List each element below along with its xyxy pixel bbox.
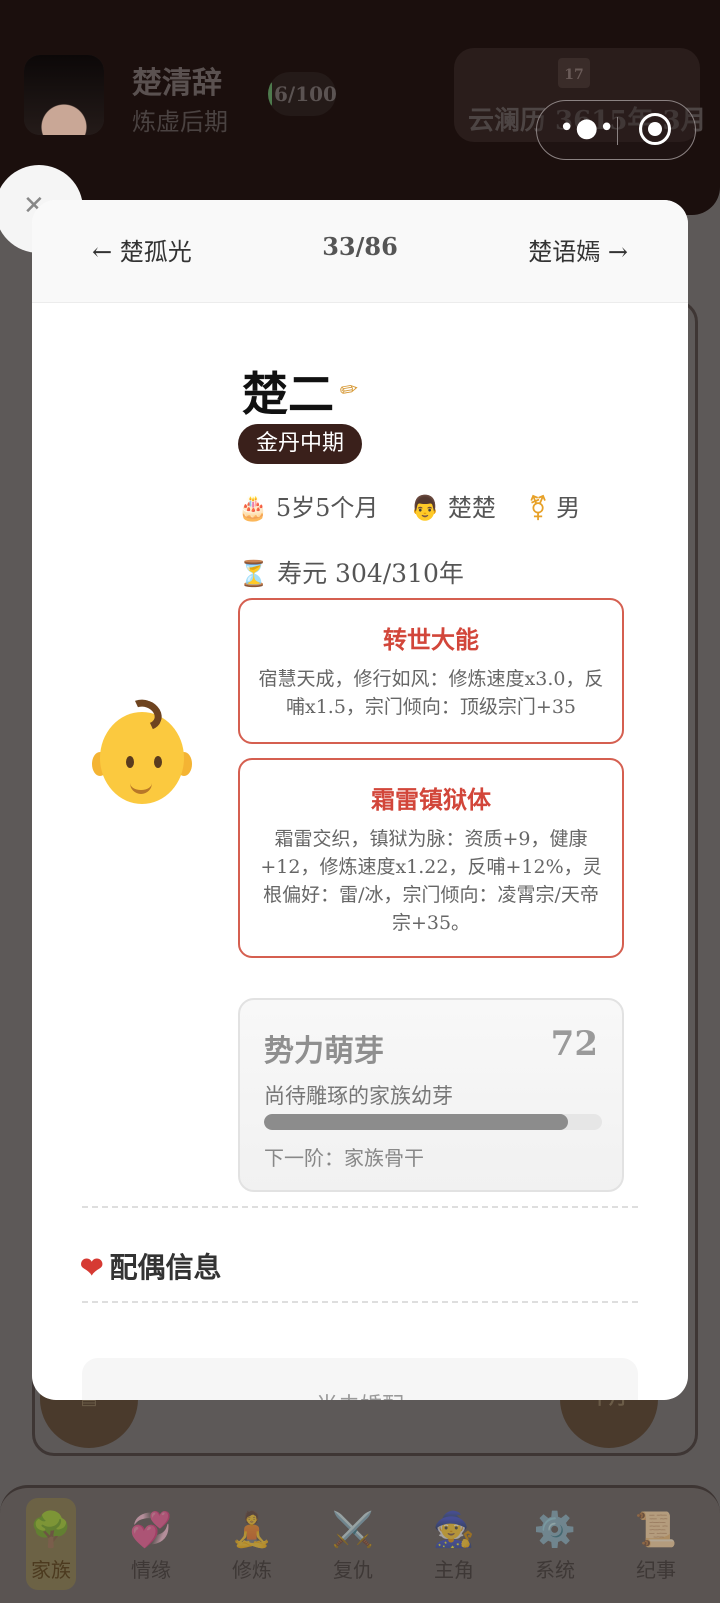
nav-item-crossed-swords[interactable]: ⚔️ 复仇 bbox=[323, 1510, 383, 1583]
power-score: 72 bbox=[550, 1024, 598, 1064]
nav-item-label: 纪事 bbox=[636, 1558, 676, 1582]
hourglass-icon: ⏳ bbox=[238, 559, 270, 588]
trait-card: 转世大能 宿慧天成，修行如风：修炼速度x3.0，反哺x1.5，宗门倾向：顶级宗门… bbox=[238, 598, 624, 744]
nav-item-label: 家族 bbox=[31, 1558, 71, 1582]
trait-title: 霜雷镇狱体 bbox=[371, 785, 491, 814]
trait-card: 霜雷镇狱体 霜雷交织，镇狱为脉：资质+9，健康+12，修炼速度x1.22，反哺+… bbox=[238, 758, 624, 958]
lifespan-value: 寿元 304/310年 bbox=[277, 559, 464, 588]
baby-face-icon bbox=[90, 694, 192, 810]
trait-title: 转世大能 bbox=[383, 625, 479, 654]
spouse-status: 尚未婚配 bbox=[82, 1388, 638, 1400]
nav-item-tree[interactable]: 🌳 家族 bbox=[21, 1510, 81, 1583]
age-info: 🎂 5岁5个月 bbox=[238, 488, 378, 523]
nav-item-label: 系统 bbox=[535, 1558, 575, 1582]
nav-item-meditation[interactable]: 🧘 修炼 bbox=[222, 1510, 282, 1583]
pencil-icon[interactable]: ✏ bbox=[338, 377, 360, 405]
power-title: 势力萌芽 bbox=[264, 1034, 384, 1069]
realm-badge: 金丹中期 bbox=[238, 424, 363, 464]
lifespan-info: ⏳ 寿元 304/310年 bbox=[238, 554, 464, 590]
man-icon: 👨 bbox=[410, 494, 440, 522]
nav-item-hearts[interactable]: 💞 情缘 bbox=[121, 1510, 181, 1583]
nav-item-label: 主角 bbox=[434, 1558, 474, 1582]
birthday-cake-icon: 🎂 bbox=[238, 494, 268, 522]
meditation-icon: 🧘 bbox=[230, 1510, 274, 1550]
section-divider bbox=[82, 1301, 638, 1303]
trait-description: 霜雷交织，镇狱为脉：资质+9，健康+12，修炼速度x1.22，反哺+12%，灵根… bbox=[260, 828, 602, 934]
tree-icon: 🌳 bbox=[29, 1510, 73, 1550]
trait-description: 宿慧天成，修行如风：修炼速度x3.0，反哺x1.5，宗门倾向：顶级宗门+35 bbox=[258, 668, 604, 718]
spouse-title-text: 配偶信息 bbox=[109, 1251, 222, 1284]
capsule-divider bbox=[617, 117, 618, 145]
power-progress-bar bbox=[264, 1114, 602, 1130]
gender-info: ⚧ 男 bbox=[528, 488, 580, 523]
nav-item-label: 复仇 bbox=[333, 1558, 373, 1582]
power-next-tier: 下一阶：家族骨干 bbox=[264, 1146, 424, 1170]
power-subtitle: 尚待雕琢的家族幼芽 bbox=[264, 1084, 453, 1108]
character-detail-modal: ← 楚孤光 33/86 楚语嫣 → 楚二 ✏ 金丹中期 🎂 5岁5个月 👨 楚楚 ⚧… bbox=[32, 200, 688, 1400]
parent-value: 楚楚 bbox=[447, 494, 496, 522]
progress-text: 6/1000 bbox=[274, 82, 336, 106]
section-divider bbox=[82, 1206, 638, 1208]
spouse-section-title: ❤ 配偶信息 bbox=[80, 1246, 221, 1286]
nav-item-label: 修炼 bbox=[232, 1558, 272, 1582]
crossed-swords-icon: ⚔️ bbox=[331, 1510, 375, 1550]
nav-item-gear[interactable]: ⚙️ 系统 bbox=[525, 1510, 585, 1583]
heart-icon: ❤ bbox=[80, 1251, 104, 1284]
power-progress-fill bbox=[264, 1114, 569, 1130]
mage-icon: 🧙 bbox=[432, 1510, 476, 1550]
age-value: 5岁5个月 bbox=[275, 494, 379, 522]
player-avatar[interactable] bbox=[24, 55, 104, 135]
next-character-link[interactable]: 楚语嫣 → bbox=[528, 232, 628, 267]
scroll-icon: 📜 bbox=[634, 1510, 678, 1550]
gender-value: 男 bbox=[556, 494, 581, 522]
player-realm: 炼虚后期 bbox=[132, 108, 228, 136]
record-target-icon[interactable] bbox=[639, 113, 671, 145]
nav-item-label: 情缘 bbox=[131, 1558, 171, 1582]
progress-pill: 6/1000 bbox=[268, 72, 336, 116]
power-card: 势力萌芽 72 尚待雕琢的家族幼芽 下一阶：家族骨干 bbox=[238, 998, 624, 1192]
miniprogram-capsule: •●• bbox=[536, 100, 696, 160]
more-dots-icon[interactable]: •●• bbox=[559, 113, 614, 145]
nav-item-mage[interactable]: 🧙 主角 bbox=[424, 1510, 484, 1583]
transgender-symbol-icon: ⚧ bbox=[528, 494, 549, 522]
modal-header: ← 楚孤光 33/86 楚语嫣 → bbox=[32, 200, 688, 303]
calendar-icon: 17 bbox=[558, 58, 590, 88]
hearts-icon: 💞 bbox=[129, 1510, 173, 1550]
spouse-status-box: 尚未婚配 bbox=[82, 1358, 638, 1400]
character-name: 楚二 bbox=[242, 367, 334, 421]
player-name: 楚清辞 bbox=[132, 66, 222, 101]
parent-info: 👨 楚楚 bbox=[410, 488, 496, 523]
gear-icon: ⚙️ bbox=[533, 1510, 577, 1550]
nav-item-scroll[interactable]: 📜 纪事 bbox=[626, 1510, 686, 1583]
